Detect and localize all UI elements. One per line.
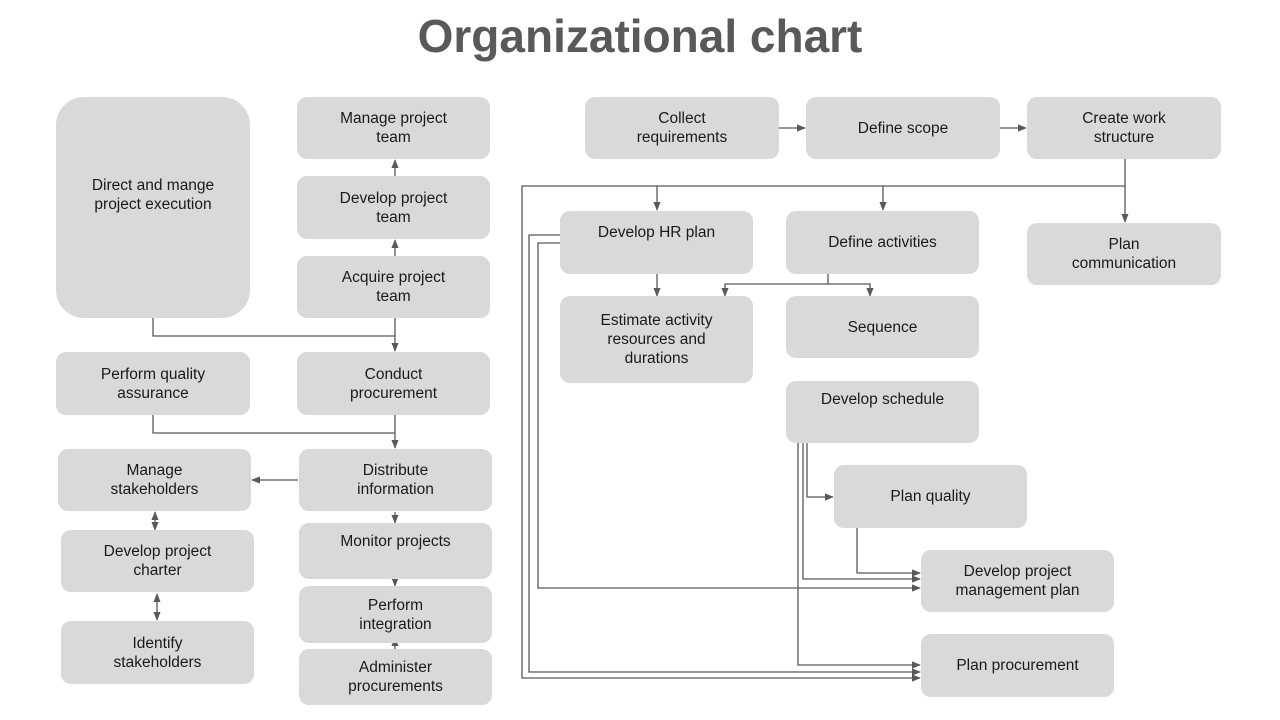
node-administer-procurements: Administer procurements xyxy=(299,649,492,705)
node-develop-hr-plan: Develop HR plan xyxy=(560,211,753,274)
connector-direct-to-conduct xyxy=(152,318,395,337)
node-plan-procurement: Plan procurement xyxy=(921,634,1114,697)
node-direct-and-manage-project-execution: Direct and mange project execution xyxy=(56,97,250,318)
node-perform-integration: Perform integration xyxy=(299,586,492,643)
node-develop-project-charter: Develop project charter xyxy=(61,530,254,592)
node-identify-stakeholders: Identify stakeholders xyxy=(61,621,254,684)
node-define-scope: Define scope xyxy=(806,97,1000,159)
node-manage-stakeholders: Manage stakeholders xyxy=(58,449,251,511)
node-plan-communication: Plan communication xyxy=(1027,223,1221,285)
arrow-schedule-to-quality xyxy=(806,443,834,501)
node-develop-project-management-plan: Develop project management plan xyxy=(921,550,1114,612)
node-perform-quality-assurance: Perform quality assurance xyxy=(56,352,250,415)
node-develop-schedule: Develop schedule xyxy=(786,381,979,443)
connector-qa-to-distribute xyxy=(152,415,395,434)
node-plan-quality: Plan quality xyxy=(834,465,1027,528)
node-distribute-information: Distribute information xyxy=(299,449,492,511)
node-conduct-procurement: Conduct procurement xyxy=(297,352,490,415)
node-collect-requirements: Collect requirements xyxy=(585,97,779,159)
node-estimate-activity-resources: Estimate activity resources and duration… xyxy=(560,296,753,383)
node-create-work-structure: Create work structure xyxy=(1027,97,1221,159)
node-manage-project-team: Manage project team xyxy=(297,97,490,159)
node-sequence: Sequence xyxy=(786,296,979,358)
arrow-activities-to-sequence xyxy=(828,283,874,297)
node-define-activities: Define activities xyxy=(786,211,979,274)
connector-activities-split xyxy=(721,274,829,297)
node-develop-project-team: Develop project team xyxy=(297,176,490,239)
arrow-quality-to-pm-plan xyxy=(856,528,921,577)
node-monitor-projects: Monitor projects xyxy=(299,523,492,579)
page-title: Organizational chart xyxy=(417,10,863,62)
node-acquire-project-team: Acquire project team xyxy=(297,256,490,318)
